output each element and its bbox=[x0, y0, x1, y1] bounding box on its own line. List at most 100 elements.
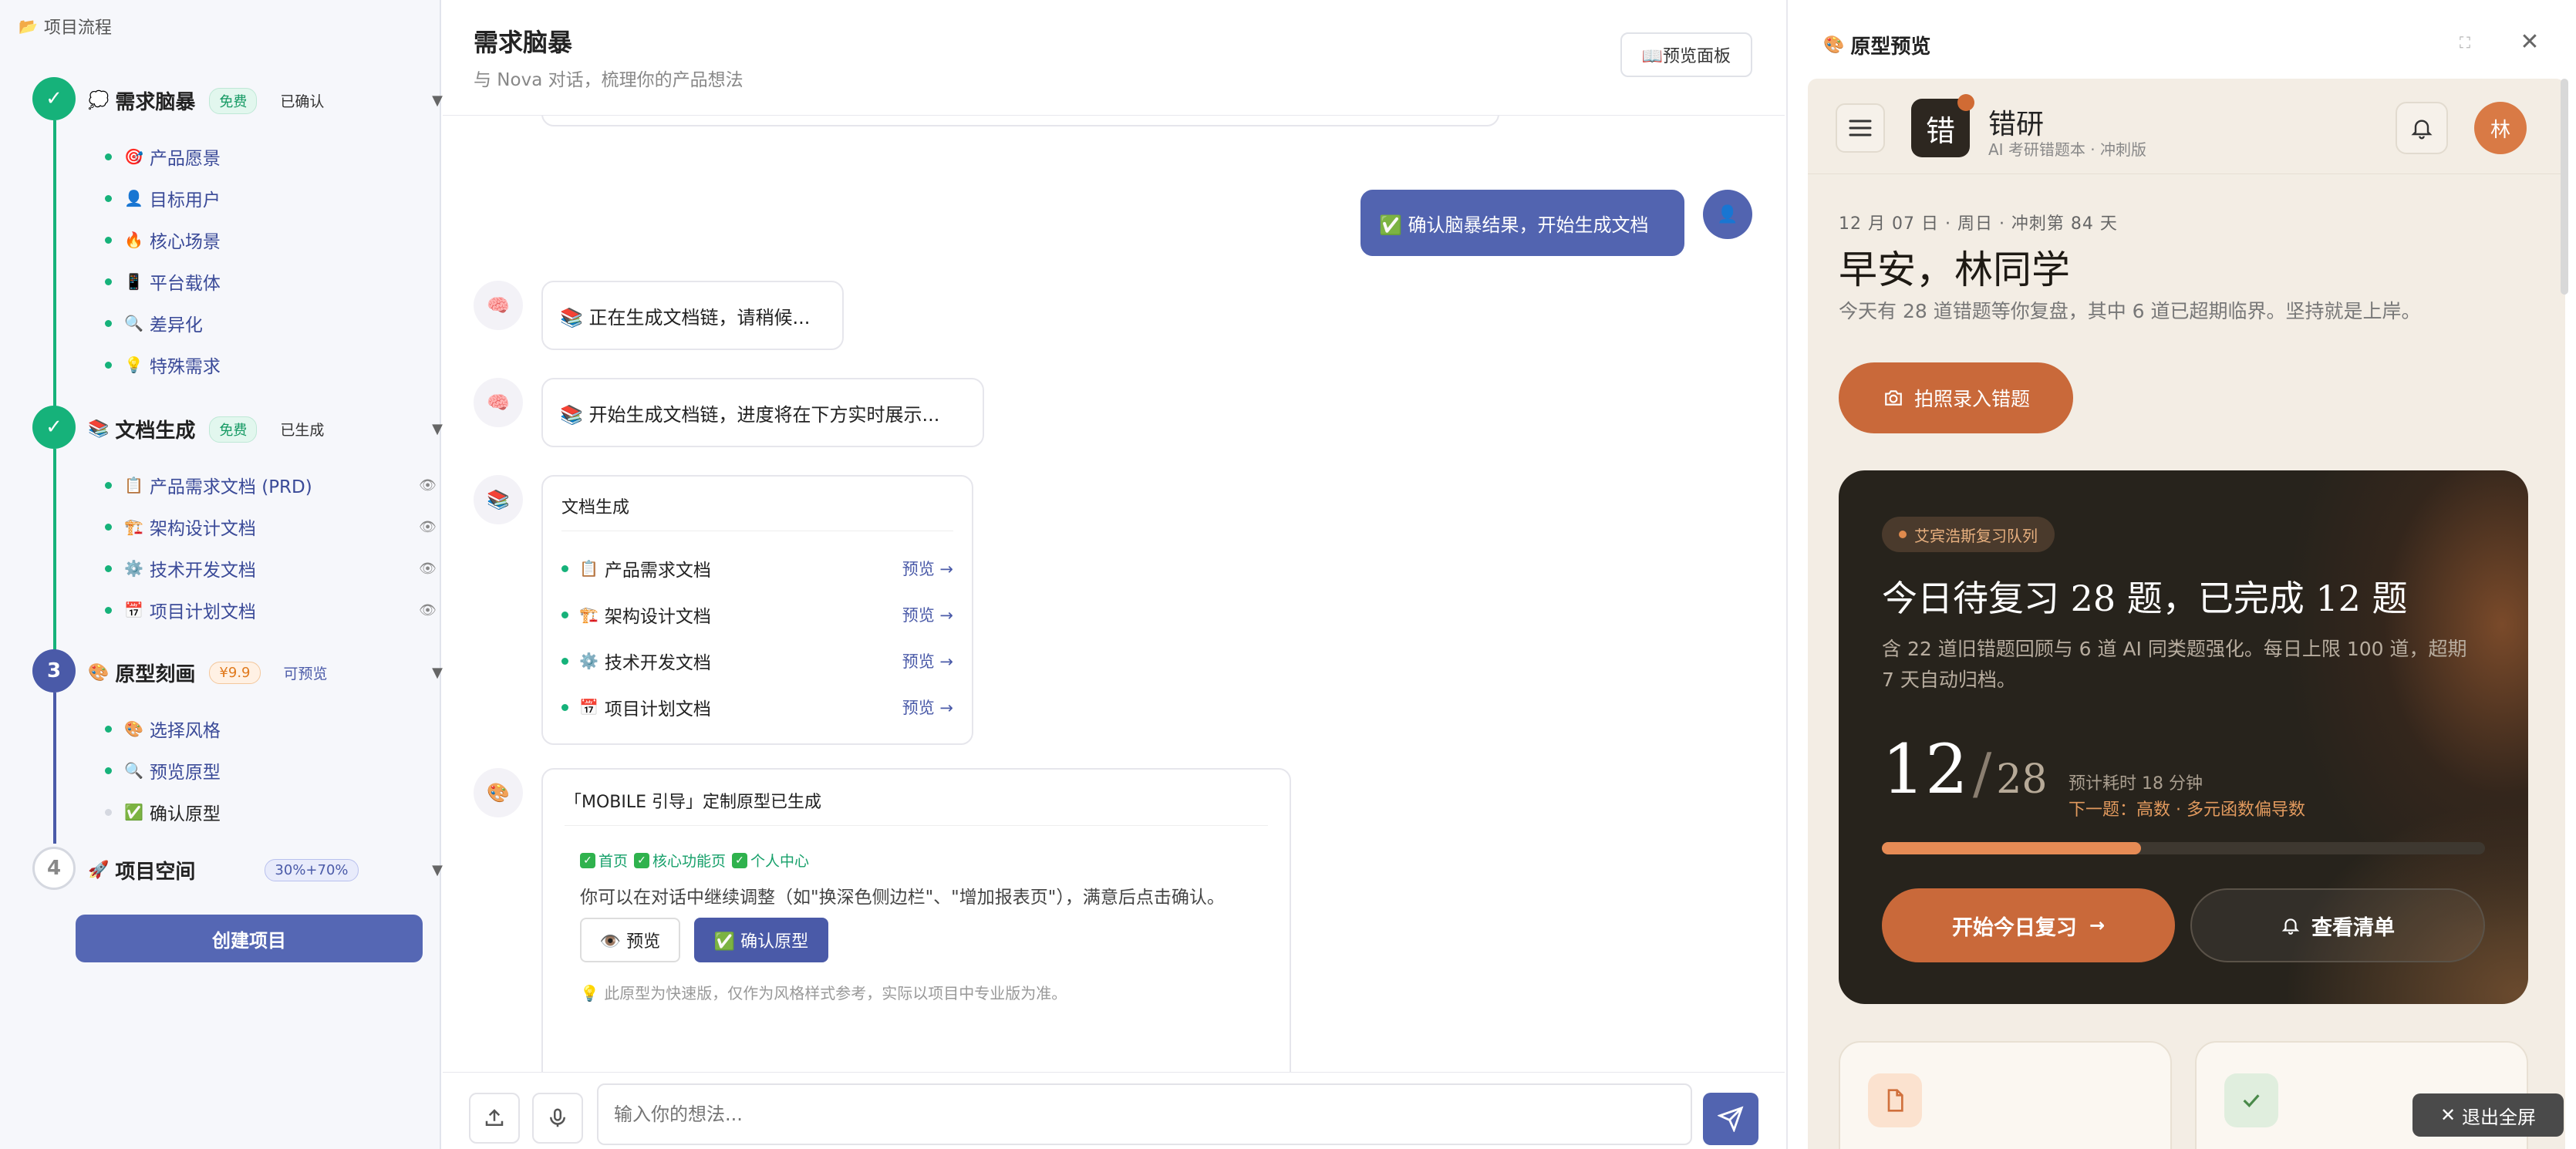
stage-state: 已确认 bbox=[280, 93, 325, 110]
sidebar-item-prd[interactable]: 📋 产品需求文档 (PRD) 👁 bbox=[105, 472, 437, 498]
sidebar-item-diff[interactable]: 🔍 差异化 bbox=[105, 310, 437, 336]
eye-icon[interactable]: 👁 bbox=[419, 477, 437, 494]
previous-message-bubble bbox=[541, 116, 1499, 126]
sidebar-item-special[interactable]: 💡 特殊需求 bbox=[105, 352, 437, 378]
chat-input[interactable] bbox=[597, 1083, 1692, 1145]
eye-icon[interactable]: 👁 bbox=[419, 519, 437, 535]
stage-header-workspace[interactable]: 🚀 项目空间 30%+70% ▼ bbox=[88, 856, 450, 884]
sidebar-title: 项目流程 bbox=[43, 19, 112, 38]
check-icon: ✓ bbox=[580, 852, 595, 868]
preview-link[interactable]: 预览 → bbox=[902, 649, 953, 672]
sidebar-item-scenes[interactable]: 🔥 核心场景 bbox=[105, 227, 437, 253]
exit-fullscreen-label: 退出全屏 bbox=[2462, 1106, 2537, 1128]
check-item: ✓ 首页 bbox=[580, 850, 628, 871]
chevron-down-icon[interactable]: ▼ bbox=[432, 665, 443, 681]
avatar[interactable]: 林 bbox=[2474, 102, 2527, 154]
building-icon: 🏗️ bbox=[579, 605, 598, 624]
status-dot bbox=[105, 361, 112, 369]
eta-text: 预计耗时 18 分钟 bbox=[2069, 774, 2203, 794]
sidebar-item-vision[interactable]: 🎯 产品愿景 bbox=[105, 143, 437, 170]
sidebar-item-confirm[interactable]: ✅ 确认原型 bbox=[105, 799, 437, 825]
document-icon bbox=[1868, 1073, 1922, 1127]
folder-icon: 📂 bbox=[19, 17, 38, 35]
close-icon: ✕ bbox=[2520, 29, 2540, 55]
voice-button[interactable] bbox=[532, 1093, 583, 1144]
view-list-label: 查看清单 bbox=[2311, 915, 2395, 940]
camera-capture-button[interactable]: 拍照录入错题 bbox=[1839, 362, 2073, 433]
check-icon: ✅ bbox=[124, 803, 143, 821]
next-question: 下一题：高数 · 多元函数偏导数 bbox=[2069, 800, 2305, 820]
stat-card[interactable] bbox=[1839, 1041, 2172, 1149]
stage-header-brainstorm[interactable]: 💭 需求脑暴 免费 已确认 ▼ bbox=[88, 86, 450, 115]
chevron-down-icon[interactable]: ▼ bbox=[432, 93, 443, 109]
sidebar-item-users[interactable]: 👤 目标用户 bbox=[105, 185, 437, 211]
progress-count: 12 / 28 bbox=[1882, 729, 2047, 809]
check-icon: ✓ bbox=[732, 852, 748, 868]
item-label: 产品愿景 bbox=[149, 149, 221, 169]
stage-header-docs[interactable]: 📚 文档生成 免费 已生成 ▼ bbox=[88, 415, 450, 443]
queue-title: 今日待复习 28 题，已完成 12 题 bbox=[1882, 578, 2408, 619]
chevron-down-icon[interactable]: ▼ bbox=[432, 862, 443, 878]
doc-label: 架构设计文档 bbox=[604, 607, 711, 627]
status-dot bbox=[105, 278, 112, 285]
eye-icon[interactable]: 👁 bbox=[419, 561, 437, 577]
gear-icon: ⚙️ bbox=[124, 559, 143, 578]
greeting: 早安，林同学 bbox=[1839, 248, 2070, 292]
expand-icon: ⛶ bbox=[2460, 34, 2470, 52]
stage-prototype: 3 🎨 原型刻画 ¥9.9 可预览 ▼ 🎨 选择风格 🔍 预览原型 ✅ 确认原型 bbox=[31, 649, 450, 844]
status-dot bbox=[105, 564, 112, 572]
sidebar-item-style[interactable]: 🎨 选择风格 bbox=[105, 716, 437, 742]
camera-icon bbox=[1885, 390, 1902, 406]
close-button[interactable]: ✕ bbox=[2514, 26, 2545, 57]
item-label: 项目计划文档 bbox=[149, 602, 256, 622]
chevron-down-icon[interactable]: ▼ bbox=[432, 421, 443, 437]
prototype-confirm-button[interactable]: ✅ 确认原型 bbox=[694, 918, 828, 962]
eye-icon[interactable]: 👁 bbox=[419, 602, 437, 618]
preview-scrollbar[interactable] bbox=[2561, 79, 2568, 295]
expand-button[interactable]: ⛶ bbox=[2451, 29, 2479, 57]
send-button[interactable] bbox=[1703, 1093, 1758, 1145]
start-review-label: 开始今日复习 bbox=[1951, 915, 2077, 940]
prototype-preview-panel: 🎨 原型预览 ⛶ ✕ 错 错研 AI 考研错题本 · 冲刺版 林 12 月 07… bbox=[1786, 0, 2576, 1149]
sidebar-item-platform[interactable]: 📱 平台载体 bbox=[105, 268, 437, 295]
magnifier-icon: 🔍 bbox=[124, 761, 143, 780]
exit-fullscreen-button[interactable]: ✕ 退出全屏 bbox=[2412, 1093, 2564, 1137]
notification-button[interactable] bbox=[2396, 102, 2448, 154]
status-dot bbox=[105, 767, 112, 774]
item-label: 特殊需求 bbox=[149, 357, 221, 377]
preview-link[interactable]: 预览 → bbox=[902, 603, 953, 626]
doc-generation-card: 文档生成 📋 产品需求文档 预览 → 🏗️ 架构设计文档 预览 → ⚙️ 技术开发文档 预览… bbox=[541, 475, 973, 745]
sidebar-item-arch[interactable]: 🏗️ 架构设计文档 👁 bbox=[105, 514, 437, 540]
bulb-icon: 💡 bbox=[124, 355, 143, 374]
message-list[interactable]: ✅ 确认脑暴结果，开始生成文档 👤 🧠 📚 正在生成文档链，请稍候... 🧠 📚… bbox=[443, 116, 1785, 1072]
stage-state: 可预览 bbox=[283, 665, 328, 682]
preview-link[interactable]: 预览 → bbox=[902, 696, 953, 719]
create-project-button[interactable]: 创建项目 bbox=[76, 915, 423, 962]
doc-row: 🏗️ 架构设计文档 预览 → bbox=[561, 595, 953, 634]
sidebar-item-preview[interactable]: 🔍 预览原型 bbox=[105, 757, 437, 783]
sidebar-item-tech[interactable]: ⚙️ 技术开发文档 👁 bbox=[105, 555, 437, 581]
bot-message-bubble: 📚 开始生成文档链，进度将在下方实时展示... bbox=[541, 378, 984, 447]
prototype-card: 「MOBILE 引导」定制原型已生成 ✓ 首页 ✓ 核心功能页 ✓ 个人中心 你可以在… bbox=[541, 768, 1291, 1072]
review-queue-card: 艾宾浩斯复习队列 今日待复习 28 题，已完成 12 题 含 22 道旧错题回顾… bbox=[1839, 470, 2528, 1004]
app-name: 错研 bbox=[1988, 109, 2045, 140]
upload-button[interactable] bbox=[469, 1093, 520, 1144]
books-icon: 📚 bbox=[88, 420, 110, 439]
start-review-button[interactable]: 开始今日复习 → bbox=[1882, 888, 2175, 962]
arrow-right-icon: → bbox=[2089, 915, 2106, 936]
status-dot bbox=[105, 194, 112, 202]
check-label: 首页 bbox=[598, 853, 629, 870]
sidebar-item-plan[interactable]: 📅 项目计划文档 👁 bbox=[105, 597, 437, 623]
preview-panel-button[interactable]: 📖预览面板 bbox=[1620, 32, 1752, 77]
prototype-preview-button[interactable]: 👁️ 预览 bbox=[580, 918, 680, 962]
prototype-frame[interactable]: 错 错研 AI 考研错题本 · 冲刺版 林 12 月 07 日 · 周日 · 冲… bbox=[1808, 79, 2565, 1149]
preview-link[interactable]: 预览 → bbox=[902, 557, 953, 580]
menu-button[interactable] bbox=[1836, 103, 1885, 153]
app-subtitle: AI 考研错题本 · 冲刺版 bbox=[1988, 140, 2147, 159]
item-label: 架构设计文档 bbox=[149, 519, 256, 539]
view-list-button[interactable]: 查看清单 bbox=[2190, 888, 2485, 962]
stage-check-icon: ✓ bbox=[32, 77, 76, 120]
item-label: 确认原型 bbox=[149, 804, 221, 824]
stage-header-prototype[interactable]: 🎨 原型刻画 ¥9.9 可预览 ▼ bbox=[88, 659, 450, 687]
chat-header: 需求脑暴 与 Nova 对话，梳理你的产品想法 📖预览面板 bbox=[443, 0, 1785, 116]
